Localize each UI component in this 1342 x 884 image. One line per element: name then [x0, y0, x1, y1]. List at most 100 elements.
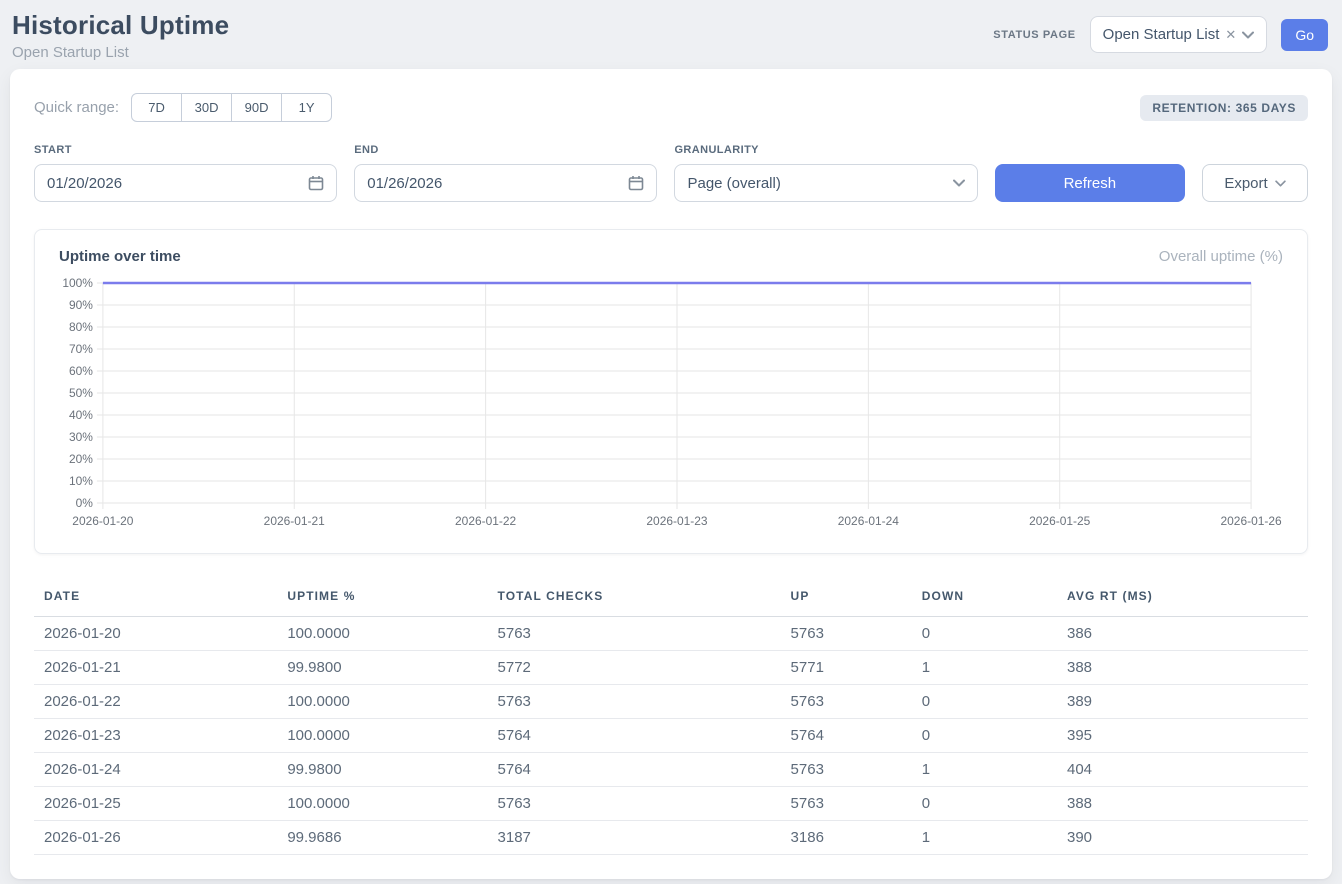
clear-selection-icon[interactable]: ✕	[1225, 27, 1236, 43]
quick-range-7d-button[interactable]: 7D	[131, 93, 182, 122]
go-button[interactable]: Go	[1281, 19, 1328, 51]
table-cell: 1	[912, 753, 1057, 787]
end-date-input[interactable]: 01/26/2026	[354, 164, 657, 202]
table-row: 2026-01-2699.9686318731861390	[34, 821, 1308, 855]
table-cell: 100.0000	[277, 719, 487, 753]
quick-range-30d-button[interactable]: 30D	[181, 93, 232, 122]
svg-text:2026-01-23: 2026-01-23	[646, 514, 707, 528]
table-cell: 100.0000	[277, 617, 487, 651]
table-cell: 395	[1057, 719, 1308, 753]
chevron-down-icon	[1275, 180, 1286, 187]
quick-range-90d-button[interactable]: 90D	[231, 93, 282, 122]
svg-text:80%: 80%	[69, 320, 93, 334]
table-cell: 404	[1057, 753, 1308, 787]
table-cell: 5764	[488, 753, 781, 787]
page-title: Historical Uptime	[12, 10, 229, 41]
start-date-label: START	[34, 144, 337, 156]
calendar-icon[interactable]	[628, 175, 644, 191]
svg-text:10%: 10%	[69, 474, 93, 488]
granularity-label: GRANULARITY	[674, 144, 977, 156]
granularity-field: GRANULARITY Page (overall)	[674, 144, 977, 202]
svg-text:50%: 50%	[69, 386, 93, 400]
table-cell: 5763	[488, 685, 781, 719]
table-cell: 5764	[488, 719, 781, 753]
page-subtitle: Open Startup List	[12, 44, 229, 61]
table-row: 2026-01-20100.0000576357630386	[34, 617, 1308, 651]
table-cell: 5764	[781, 719, 912, 753]
table-header-row: DATE UPTIME % TOTAL CHECKS UP DOWN AVG R…	[34, 581, 1308, 617]
svg-text:90%: 90%	[69, 298, 93, 312]
filter-form-row: START 01/20/2026 END 01/26/2026 GRANULAR…	[34, 144, 1308, 202]
table-cell: 388	[1057, 787, 1308, 821]
column-header-date: DATE	[34, 581, 277, 617]
table-cell: 1	[912, 651, 1057, 685]
column-header-total-checks: TOTAL CHECKS	[488, 581, 781, 617]
table-cell: 5763	[781, 617, 912, 651]
quick-range-label: Quick range:	[34, 99, 119, 116]
svg-text:40%: 40%	[69, 408, 93, 422]
uptime-chart: 0%10%20%30%40%50%60%70%80%90%100%2026-01…	[59, 275, 1283, 537]
end-date-value: 01/26/2026	[367, 175, 442, 192]
quick-range-group: 7D 30D 90D 1Y	[131, 93, 332, 122]
table-cell: 0	[912, 787, 1057, 821]
end-date-label: END	[354, 144, 657, 156]
table-cell: 2026-01-26	[34, 821, 277, 855]
svg-text:0%: 0%	[76, 496, 94, 510]
granularity-select[interactable]: Page (overall)	[674, 164, 977, 202]
table-cell: 2026-01-21	[34, 651, 277, 685]
table-cell: 5763	[488, 617, 781, 651]
table-cell: 1	[912, 821, 1057, 855]
table-cell: 388	[1057, 651, 1308, 685]
svg-text:2026-01-26: 2026-01-26	[1220, 514, 1281, 528]
svg-text:100%: 100%	[62, 276, 93, 290]
table-cell: 99.9686	[277, 821, 487, 855]
export-button-label: Export	[1224, 175, 1267, 192]
calendar-icon[interactable]	[308, 175, 324, 191]
status-page-select[interactable]: Open Startup List ✕	[1090, 16, 1268, 53]
column-header-uptime: UPTIME %	[277, 581, 487, 617]
start-date-value: 01/20/2026	[47, 175, 122, 192]
table-cell: 390	[1057, 821, 1308, 855]
quick-range-1y-button[interactable]: 1Y	[281, 93, 332, 122]
table-cell: 100.0000	[277, 685, 487, 719]
main-card: Quick range: 7D 30D 90D 1Y RETENTION: 36…	[10, 69, 1332, 879]
column-header-down: DOWN	[912, 581, 1057, 617]
column-header-avg-rt: AVG RT (MS)	[1057, 581, 1308, 617]
export-button[interactable]: Export	[1202, 164, 1308, 202]
column-header-up: UP	[781, 581, 912, 617]
chart-legend: Overall uptime (%)	[1159, 248, 1283, 265]
table-cell: 2026-01-25	[34, 787, 277, 821]
table-cell: 2026-01-23	[34, 719, 277, 753]
table-cell: 389	[1057, 685, 1308, 719]
svg-text:70%: 70%	[69, 342, 93, 356]
svg-text:2026-01-24: 2026-01-24	[838, 514, 899, 528]
table-cell: 100.0000	[277, 787, 487, 821]
table-cell: 0	[912, 719, 1057, 753]
table-row: 2026-01-2199.9800577257711388	[34, 651, 1308, 685]
status-page-selected-value: Open Startup List	[1103, 26, 1220, 43]
svg-text:60%: 60%	[69, 364, 93, 378]
chart-header: Uptime over time Overall uptime (%)	[59, 248, 1283, 265]
table-cell: 2026-01-24	[34, 753, 277, 787]
refresh-button[interactable]: Refresh	[995, 164, 1185, 202]
svg-text:2026-01-22: 2026-01-22	[455, 514, 516, 528]
uptime-table-body: 2026-01-20100.00005763576303862026-01-21…	[34, 617, 1308, 855]
table-cell: 5763	[781, 787, 912, 821]
retention-badge: RETENTION: 365 DAYS	[1140, 95, 1308, 121]
table-cell: 5763	[781, 685, 912, 719]
table-cell: 0	[912, 617, 1057, 651]
svg-text:30%: 30%	[69, 430, 93, 444]
svg-text:2026-01-25: 2026-01-25	[1029, 514, 1090, 528]
table-cell: 2026-01-20	[34, 617, 277, 651]
chart-title: Uptime over time	[59, 248, 181, 265]
uptime-chart-card: Uptime over time Overall uptime (%) 0% 10…	[34, 229, 1308, 554]
start-date-input[interactable]: 01/20/2026	[34, 164, 337, 202]
table-row: 2026-01-23100.0000576457640395	[34, 719, 1308, 753]
table-cell: 2026-01-22	[34, 685, 277, 719]
table-row: 2026-01-2499.9800576457631404	[34, 753, 1308, 787]
table-cell: 99.9800	[277, 753, 487, 787]
table-cell: 5763	[488, 787, 781, 821]
chevron-down-icon	[953, 179, 965, 187]
table-cell: 3187	[488, 821, 781, 855]
table-row: 2026-01-22100.0000576357630389	[34, 685, 1308, 719]
